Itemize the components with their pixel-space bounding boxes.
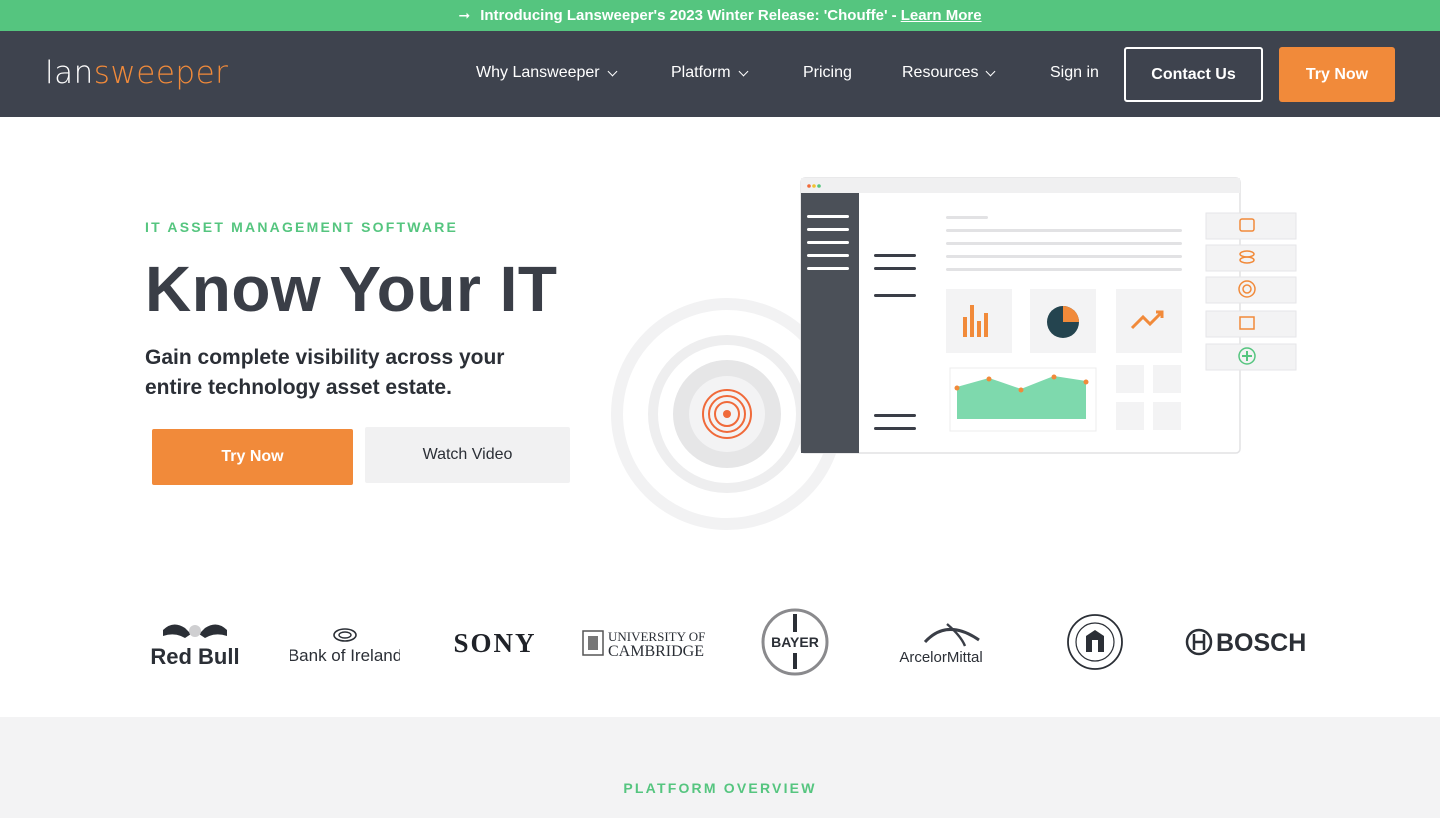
lansweeper-logo[interactable]: lansweeper bbox=[45, 55, 228, 91]
learn-more-link[interactable]: Learn More bbox=[901, 7, 982, 24]
svg-text:BOSCH: BOSCH bbox=[1216, 629, 1305, 657]
city-of-austin-seal bbox=[1065, 600, 1125, 684]
bosch-logo: BOSCH bbox=[1185, 600, 1305, 684]
nav-resources[interactable]: Resources bbox=[902, 64, 996, 82]
nav-pricing[interactable]: Pricing bbox=[803, 64, 852, 82]
hero-eyebrow: IT ASSET MANAGEMENT SOFTWARE bbox=[145, 219, 459, 235]
try-now-button[interactable]: Try Now bbox=[152, 429, 353, 485]
nav-label: Resources bbox=[902, 64, 979, 81]
site-header: lansweeper Why Lansweeper Platform Prici… bbox=[0, 31, 1440, 117]
sony-logo: SONY bbox=[440, 600, 550, 684]
svg-text:Red Bull: Red Bull bbox=[150, 644, 239, 669]
logo-text-lan: lan bbox=[45, 55, 94, 91]
chevron-down-icon bbox=[986, 66, 996, 76]
university-of-cambridge-logo: UNIVERSITY OF CAMBRIDGE bbox=[580, 600, 710, 684]
platform-eyebrow: PLATFORM OVERVIEW bbox=[623, 780, 817, 796]
contact-us-button[interactable]: Contact Us bbox=[1124, 47, 1263, 102]
watch-video-button[interactable]: Watch Video bbox=[365, 427, 570, 483]
chevron-down-icon bbox=[738, 66, 749, 76]
try-now-header-button[interactable]: Try Now bbox=[1279, 47, 1395, 102]
bank-of-ireland-logo: Bank of Ireland bbox=[290, 600, 400, 684]
svg-text:CAMBRIDGE: CAMBRIDGE bbox=[608, 643, 704, 660]
redbull-logo: Red Bull bbox=[145, 600, 245, 684]
nav-sign-in[interactable]: Sign in bbox=[1050, 64, 1099, 82]
platform-overview-section: PLATFORM OVERVIEW bbox=[0, 717, 1440, 818]
hero-subtitle: Gain complete visibility across your ent… bbox=[145, 346, 505, 399]
chevron-down-icon bbox=[607, 66, 618, 76]
svg-text:SONY: SONY bbox=[453, 628, 536, 658]
arcelormittal-logo: ArcelorMittal bbox=[885, 600, 1005, 684]
svg-text:ArcelorMittal: ArcelorMittal bbox=[899, 649, 982, 666]
nav-label: Platform bbox=[671, 64, 731, 81]
hero-illustration bbox=[600, 165, 1320, 545]
customer-logos: Red Bull Bank of Ireland SONY UNIVERSITY… bbox=[0, 600, 1440, 690]
nav-label: Why Lansweeper bbox=[476, 64, 600, 81]
hero-title: Know Your IT bbox=[145, 253, 558, 325]
nav-why-lansweeper[interactable]: Why Lansweeper bbox=[476, 64, 618, 82]
bayer-logo: BAYER bbox=[760, 600, 830, 684]
svg-text:Bank of Ireland: Bank of Ireland bbox=[290, 646, 400, 665]
announcement-text: Introducing Lansweeper's 2023 Winter Rel… bbox=[480, 7, 897, 24]
svg-text:BAYER: BAYER bbox=[771, 634, 819, 650]
announcement-bar: ➞ Introducing Lansweeper's 2023 Winter R… bbox=[0, 0, 1440, 31]
nav-platform[interactable]: Platform bbox=[671, 64, 749, 82]
logo-text-sweeper: sweeper bbox=[93, 55, 229, 91]
dashboard-illustration bbox=[611, 177, 1297, 530]
arrow-right-icon: ➞ bbox=[458, 7, 471, 23]
nav-label: Pricing bbox=[803, 64, 852, 81]
nav-label: Sign in bbox=[1050, 64, 1099, 81]
svg-text:UNIVERSITY OF: UNIVERSITY OF bbox=[608, 629, 705, 644]
